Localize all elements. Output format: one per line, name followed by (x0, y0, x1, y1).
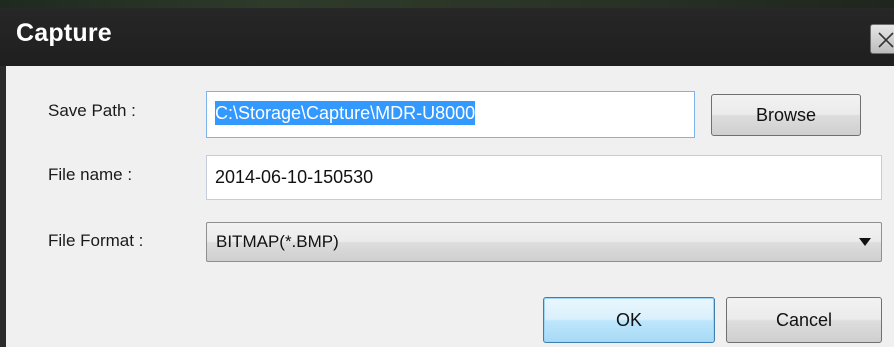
save-path-label: Save Path : (48, 101, 136, 120)
file-name-label: File name : (48, 165, 133, 184)
save-path-value: C:\Storage\Capture\MDR-U8000 (215, 101, 476, 125)
save-path-input[interactable]: C:\Storage\Capture\MDR-U8000 (206, 91, 695, 138)
browse-button[interactable]: Browse (711, 94, 861, 136)
background-strip (0, 0, 894, 8)
dropdown-arrow-icon (859, 238, 871, 246)
file-format-label: File Format : (48, 231, 144, 250)
close-icon (878, 32, 894, 48)
file-name-input[interactable]: 2014-06-10-150530 (206, 155, 882, 200)
file-name-value: 2014-06-10-150530 (215, 167, 374, 187)
capture-dialog: Capture Save Path : C:\Storage\Capture\M… (0, 0, 894, 347)
close-button[interactable] (870, 24, 894, 54)
dialog-title: Capture (16, 19, 112, 47)
title-bar[interactable]: Capture (0, 0, 894, 66)
cancel-button[interactable]: Cancel (726, 297, 882, 343)
ok-button[interactable]: OK (543, 297, 715, 343)
file-format-select[interactable]: BITMAP(*.BMP) (206, 222, 882, 262)
file-format-value: BITMAP(*.BMP) (216, 232, 339, 251)
